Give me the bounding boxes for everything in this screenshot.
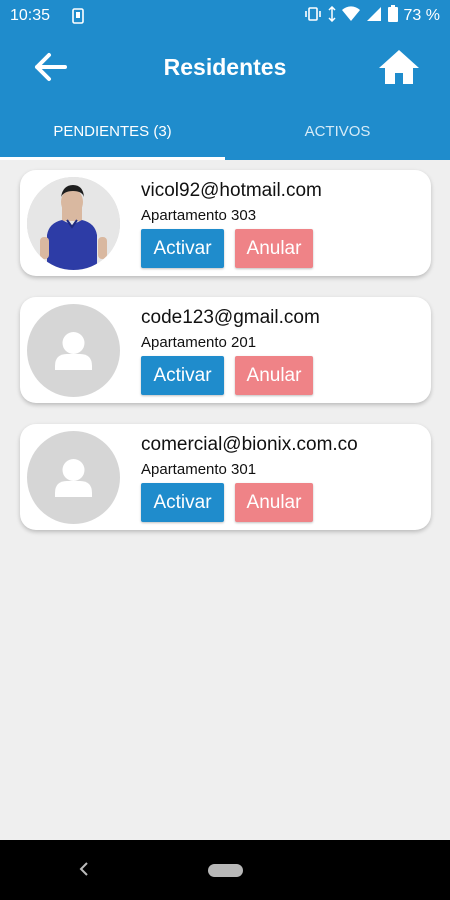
resident-apartment: Apartamento 301 [141, 461, 257, 478]
home-icon [379, 50, 419, 84]
resident-card: vicol92@hotmail.com Apartamento 303 Acti… [20, 170, 431, 276]
app-bar: Residentes [0, 32, 450, 102]
resident-email: vicol92@hotmail.com [141, 180, 322, 201]
cancel-button[interactable]: Anular [235, 483, 313, 522]
system-nav-bar [0, 840, 450, 900]
tab-activos[interactable]: ACTIVOS [225, 102, 450, 160]
chevron-left-icon [79, 862, 88, 876]
system-home-pill[interactable] [208, 864, 243, 877]
battery-icon [387, 5, 398, 27]
activate-button[interactable]: Activar [141, 483, 224, 522]
data-arrows-icon [328, 5, 336, 27]
resident-card: code123@gmail.com Apartamento 201 Activa… [20, 297, 431, 403]
user-photo [27, 177, 120, 270]
battery-percent: 73 % [403, 7, 440, 24]
wifi-icon [341, 5, 360, 27]
system-back-button[interactable] [78, 860, 90, 883]
resident-apartment: Apartamento 303 [141, 207, 257, 224]
avatar [27, 177, 120, 270]
notification-icon [72, 8, 84, 29]
avatar [27, 431, 120, 524]
status-bar: 10:35 73 % [0, 0, 450, 32]
resident-apartment: Apartamento 201 [141, 334, 257, 351]
resident-list: vicol92@hotmail.com Apartamento 303 Acti… [20, 170, 431, 551]
activate-button[interactable]: Activar [141, 229, 224, 268]
activate-button[interactable]: Activar [141, 356, 224, 395]
user-placeholder-icon [55, 332, 92, 370]
status-time: 10:35 [10, 7, 51, 24]
vibrate-icon [304, 6, 322, 27]
resident-card: comercial@bionix.com.co Apartamento 301 … [20, 424, 431, 530]
user-placeholder-icon [55, 459, 92, 497]
signal-icon [366, 6, 382, 27]
resident-email: comercial@bionix.com.co [141, 434, 358, 455]
status-icons: 73 % [304, 5, 440, 27]
tab-pendientes[interactable]: PENDIENTES (3) [0, 102, 225, 160]
home-button[interactable] [378, 46, 420, 88]
avatar [27, 304, 120, 397]
tab-bar: PENDIENTES (3) ACTIVOS [0, 102, 450, 160]
cancel-button[interactable]: Anular [235, 229, 313, 268]
resident-email: code123@gmail.com [141, 307, 320, 328]
cancel-button[interactable]: Anular [235, 356, 313, 395]
